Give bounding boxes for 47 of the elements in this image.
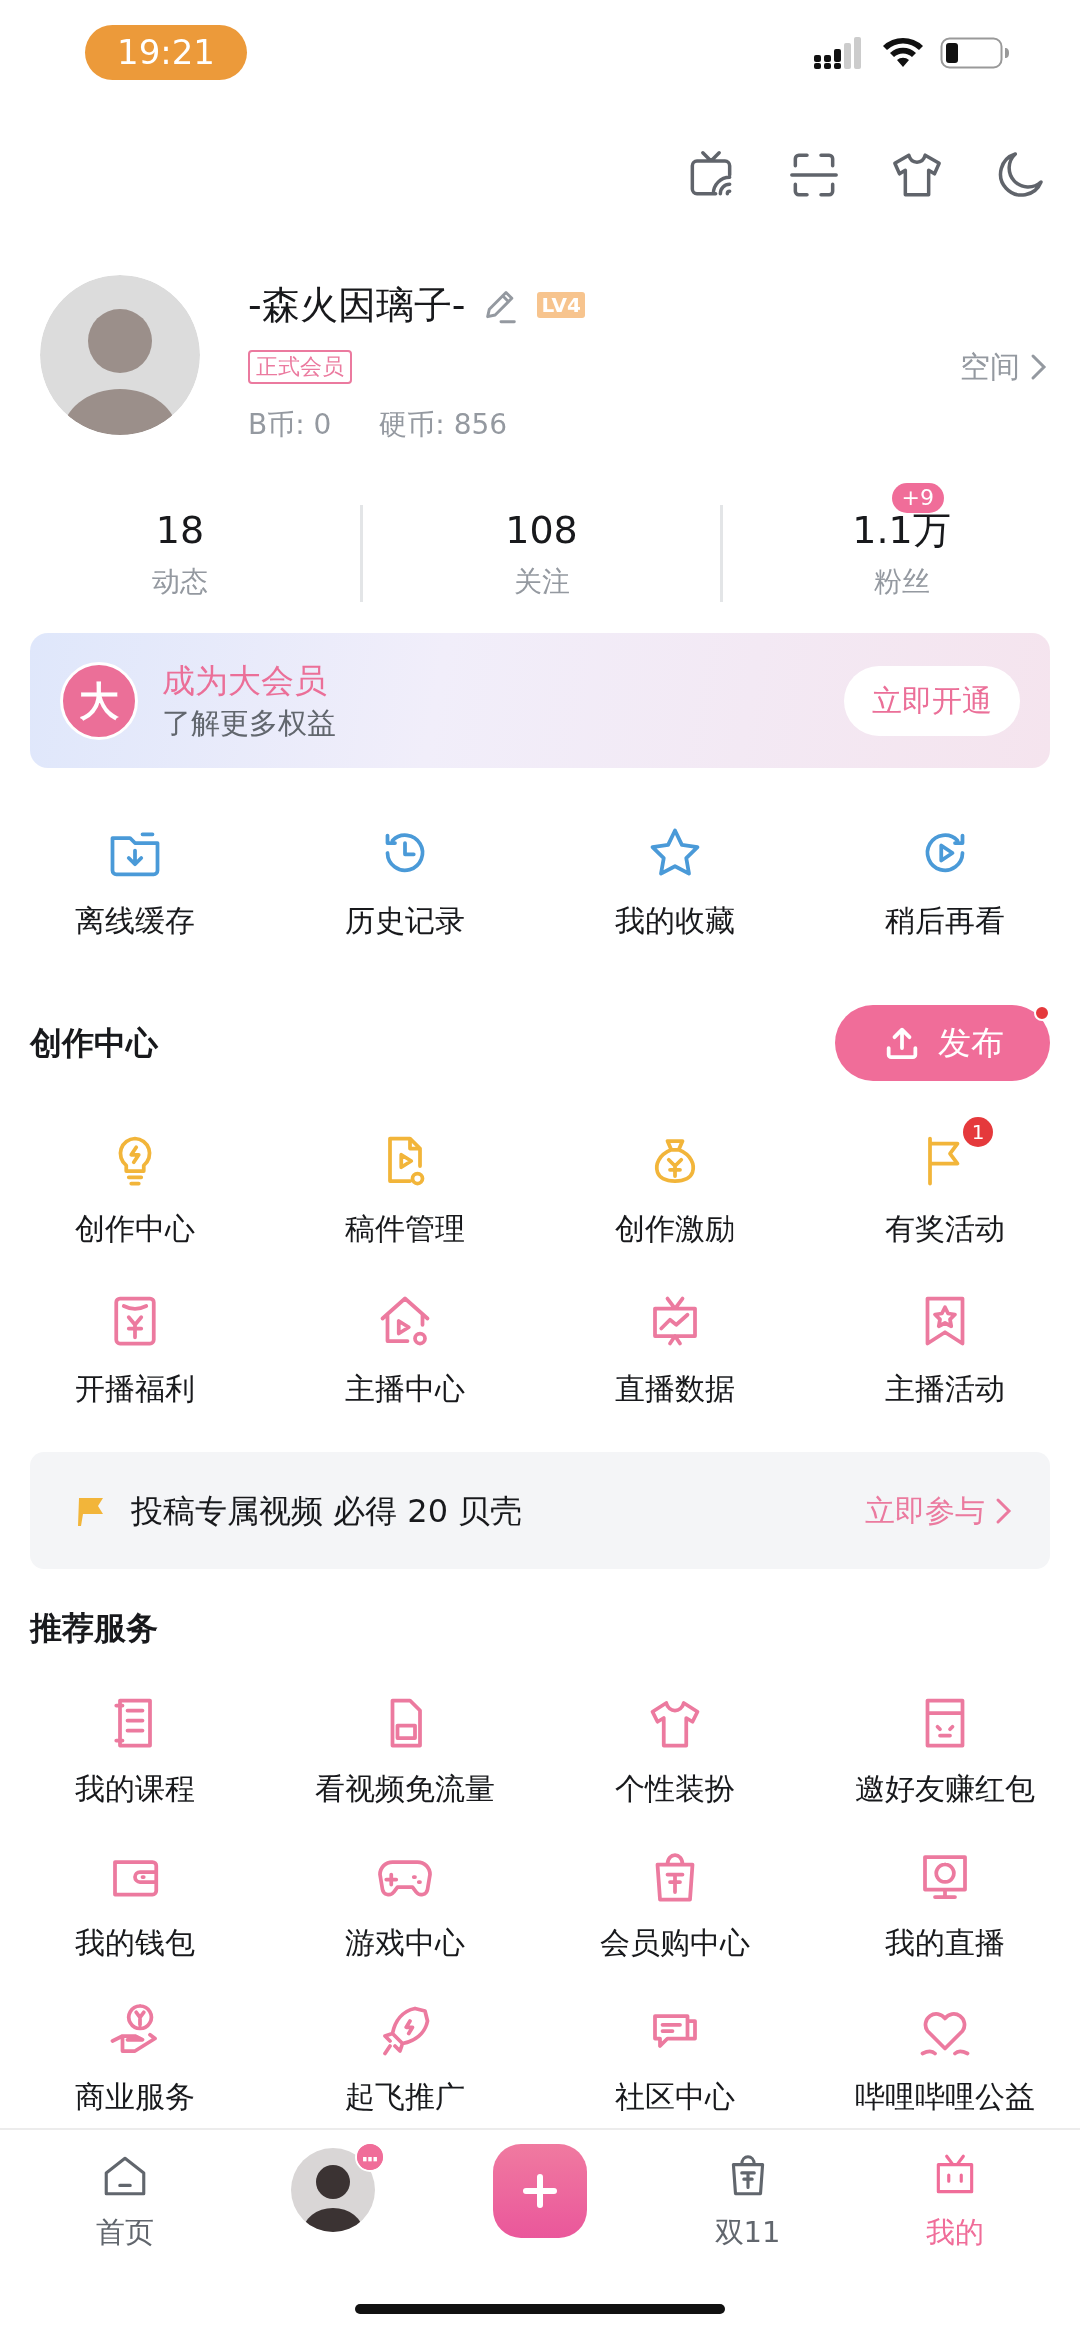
count-badge: +9 [891, 483, 944, 513]
status-time: 19:21 [85, 25, 247, 80]
promo-banner[interactable]: 投稿专属视频 必得 20 贝壳 立即参与 [30, 1452, 1050, 1569]
section-title: 创作中心 [30, 1023, 158, 1064]
vip-icon: 大 [60, 661, 138, 740]
stat-value: 108 [505, 507, 578, 554]
stat-label: 关注 [513, 564, 570, 600]
menu-item[interactable]: 个性装扮 [540, 1677, 810, 1807]
section-title: 推荐服务 [30, 1609, 158, 1647]
menu-item[interactable]: 离线缓存 [0, 807, 270, 941]
level-badge: LV4 [537, 292, 585, 318]
menu-item[interactable]: 历史记录 [270, 807, 540, 941]
user-name: -森火因璃子- [248, 282, 466, 329]
menu-item[interactable]: 我的课程 [0, 1677, 270, 1807]
menu-item[interactable]: 我的钱包 [0, 1831, 270, 1961]
menu-item[interactable]: 我的直播 [810, 1831, 1080, 1961]
stat-label: 动态 [152, 564, 208, 600]
promo-text: 投稿专属视频 必得 20 贝壳 [131, 1490, 524, 1532]
vip-subtitle: 了解更多权益 [162, 704, 337, 742]
menu-item[interactable]: 创作中心 [0, 1115, 270, 1249]
menu-item[interactable]: 我的收藏 [540, 807, 810, 941]
member-badge: 正式会员 [248, 349, 352, 384]
menu-item[interactable]: 主播中心 [270, 1275, 540, 1409]
menu-item[interactable]: 稍后再看 [810, 807, 1080, 941]
menu-item[interactable]: 邀好友赚红包 [810, 1677, 1080, 1807]
vip-banner[interactable]: 大 成为大会员 了解更多权益 立即开通 [30, 633, 1050, 768]
menu-item[interactable]: 创作激励 [540, 1115, 810, 1249]
menu-item[interactable]: 开播福利 [0, 1275, 270, 1409]
coin-count: 硬币: 856 [379, 407, 508, 443]
menu-item[interactable]: 稿件管理 [270, 1115, 540, 1249]
stat-label: 粉丝 [873, 564, 930, 600]
b-coin-count: B币: 0 [248, 407, 332, 443]
menu-item[interactable]: 游戏中心 [270, 1831, 540, 1961]
tab[interactable]: 双11 [652, 2136, 843, 2304]
menu-item[interactable]: 商业服务 [0, 1985, 270, 2115]
menu-item[interactable]: 社区中心 [540, 1985, 810, 2115]
menu-item[interactable]: 哔哩哔哩公益 [810, 1985, 1080, 2115]
notification-badge: 1 [963, 1117, 993, 1147]
stat-value: 18 [155, 507, 205, 554]
vip-title: 成为大会员 [162, 659, 328, 702]
menu-item[interactable]: 看视频免流量 [270, 1677, 540, 1807]
tab[interactable]: 首页 [30, 2136, 220, 2304]
menu-item[interactable]: 会员购中心 [540, 1831, 810, 1961]
menu-item[interactable]: 直播数据 [540, 1275, 810, 1409]
menu-item[interactable]: 1 有奖活动 [810, 1115, 1080, 1249]
menu-item[interactable]: 起飞推广 [270, 1985, 540, 2115]
menu-item[interactable]: 主播活动 [810, 1275, 1080, 1409]
